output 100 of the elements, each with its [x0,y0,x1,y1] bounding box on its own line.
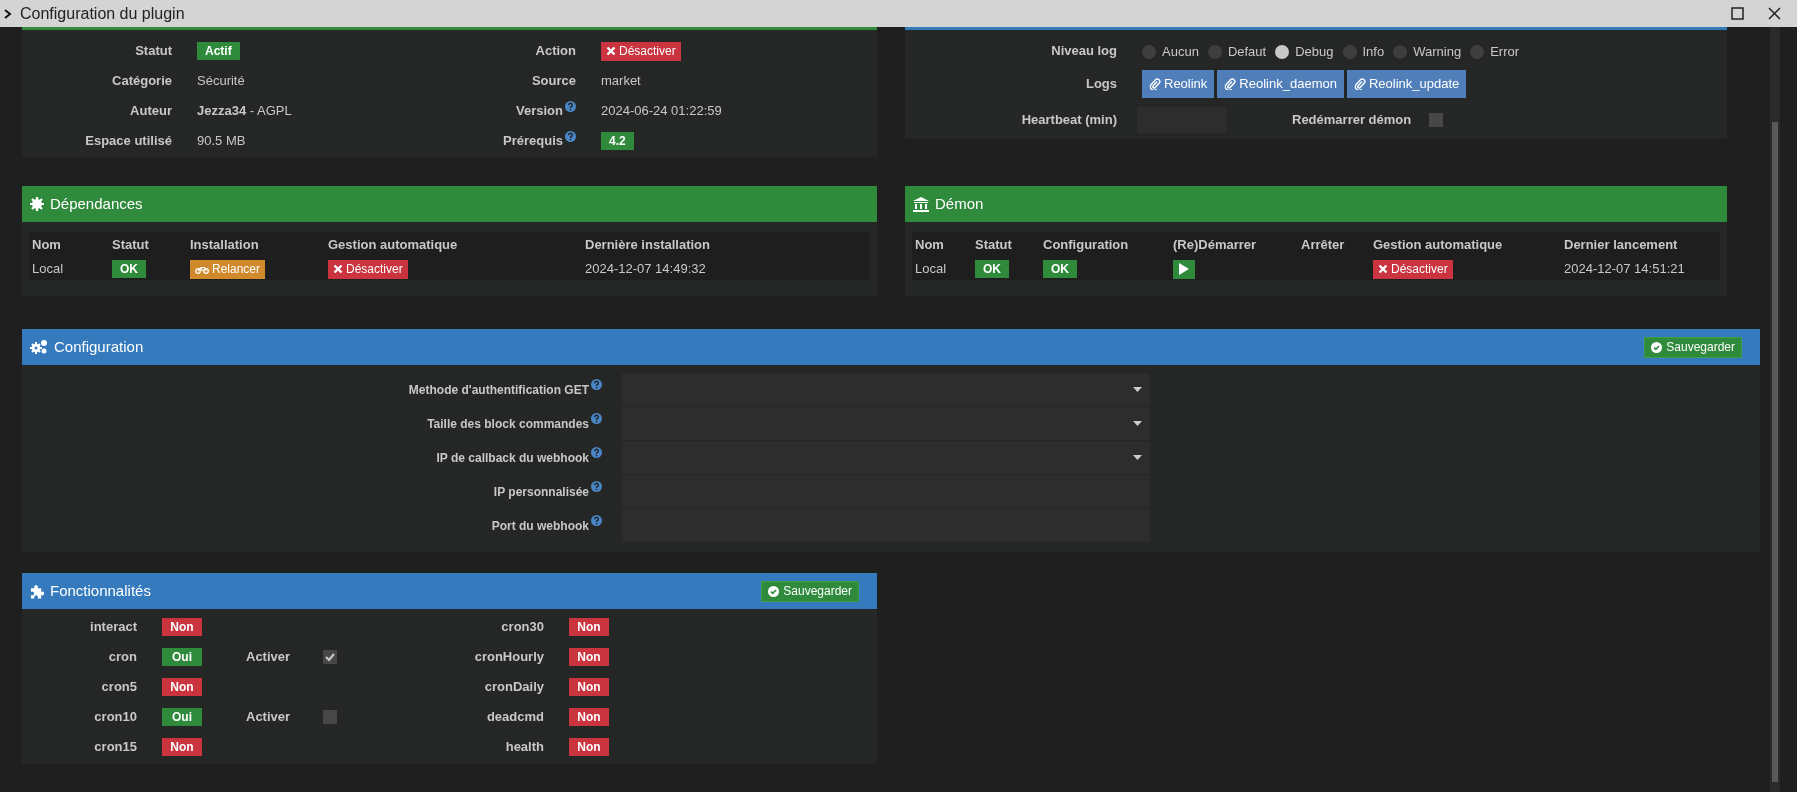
status-badge: Non [569,738,609,756]
caret-down-icon [1133,455,1142,460]
status-badge: Actif [197,42,240,60]
status-badge: 4.2 [601,132,634,150]
field-label: Prérequis [503,132,563,151]
scrollbar-thumb[interactable] [1772,122,1778,782]
status-badge: OK [1043,260,1077,278]
radio-option[interactable]: Info [1342,42,1385,62]
field-value: Jezza34 - AGPL [197,102,292,121]
relaunch-button[interactable]: Relancer [190,259,266,279]
column-header: Gestion automatique [1372,236,1504,254]
field-label: Action [535,42,576,61]
check-circle-icon [1651,341,1663,353]
dropdown[interactable] [622,441,1150,474]
cogs-icon [30,339,48,355]
save-button[interactable]: Sauvegarder [761,580,859,602]
bank-icon [913,196,929,212]
deactivate-button[interactable]: Désactiver [328,259,408,279]
status-badge: Non [162,678,202,696]
play-button[interactable] [1173,259,1195,279]
deactivate-button[interactable]: Désactiver [601,41,681,61]
feature-name: health [504,738,544,757]
field-value: market [601,72,641,91]
status-badge: Oui [162,708,202,726]
status-badge: Non [569,648,609,666]
checkbox[interactable] [323,710,338,724]
deactivate-button[interactable]: Désactiver [1373,259,1453,279]
field-label: Redémarrer démon [1292,110,1412,129]
radio-button[interactable] [1275,44,1290,59]
column-header: Gestion automatique [327,236,459,254]
dropdown[interactable] [622,407,1150,440]
gear-icon [30,197,44,211]
status-badge: OK [112,260,146,278]
radio-option[interactable]: Error [1470,42,1519,62]
panel-title: Configuration [54,336,144,357]
column-header: Dernière installation [584,236,711,254]
check-circle-icon [768,585,780,597]
feature-name: cron30 [500,618,544,637]
radio-option[interactable]: Debug [1275,42,1334,62]
field-label: Port du webhook [491,517,589,535]
radio-button[interactable] [1470,44,1485,59]
column-header: Installation [189,236,260,254]
field-value: Sécurité [197,72,245,91]
log-button[interactable]: Reolink_daemon [1217,69,1344,98]
feature-name: cron [107,648,137,667]
field-label: Catégorie [112,72,172,91]
help-icon [591,481,602,492]
radio-option[interactable]: Defaut [1207,42,1267,62]
radio-option[interactable]: Warning [1393,42,1462,62]
window-title: Configuration du plugin [20,3,185,24]
paperclip-icon [1149,77,1161,90]
save-button[interactable]: Sauvegarder [1644,336,1742,358]
radio-option[interactable]: Aucun [1142,42,1199,62]
close-icon[interactable] [1768,7,1781,20]
help-icon [591,447,602,458]
field-label: Activer [246,648,291,667]
dropdown[interactable] [622,373,1150,406]
help-icon [591,413,602,424]
table-cell-text: Local [915,260,947,279]
column-header: Statut [974,236,1013,254]
x-icon [333,264,343,274]
feature-name: deadcmd [485,708,544,727]
field-value: 90.5 MB [197,132,246,151]
field-label: Auteur [130,102,172,121]
column-header: Dernier lancement [1563,236,1679,254]
field-label: Methode d'authentification GET [408,381,589,399]
play-icon [1179,263,1189,275]
checkbox[interactable] [1429,112,1444,127]
field-label: Statut [135,42,172,61]
help-icon [591,515,602,526]
table-cell-text: Local [32,260,64,279]
scrollbar[interactable] [1770,27,1780,792]
field-label: Niveau log [1050,42,1117,60]
panel-title: Fonctionnalités [50,580,151,601]
feature-name: cron15 [93,738,137,757]
radio-button[interactable] [1142,44,1156,59]
log-button[interactable]: Reolink [1142,69,1215,98]
check-icon [325,652,336,662]
feature-name: cronHourly [473,648,544,667]
feature-name: cronDaily [483,678,544,697]
radio-button[interactable] [1207,44,1222,59]
feature-name: cron10 [93,708,137,727]
radio-button[interactable] [1342,44,1357,59]
radio-button[interactable] [1393,44,1408,59]
status-badge: Non [569,708,609,726]
chevron-icon[interactable] [4,8,12,19]
maximize-icon[interactable] [1731,7,1744,20]
field-label: Espace utilisé [85,132,172,151]
column-header: Configuration [1042,236,1130,254]
field-label: Source [531,72,576,91]
log-button[interactable]: Reolink_update [1346,69,1467,98]
field-label: Activer [246,708,291,727]
panel-title: Dépendances [50,193,143,214]
field-label: IP de callback du webhook [436,449,589,467]
field-label: Version [516,102,563,121]
field-label: Heartbeat (min) [1020,110,1117,129]
radio-label: Debug [1295,43,1334,61]
x-icon [1378,264,1388,274]
help-icon [591,379,602,390]
checkbox[interactable] [323,650,338,664]
